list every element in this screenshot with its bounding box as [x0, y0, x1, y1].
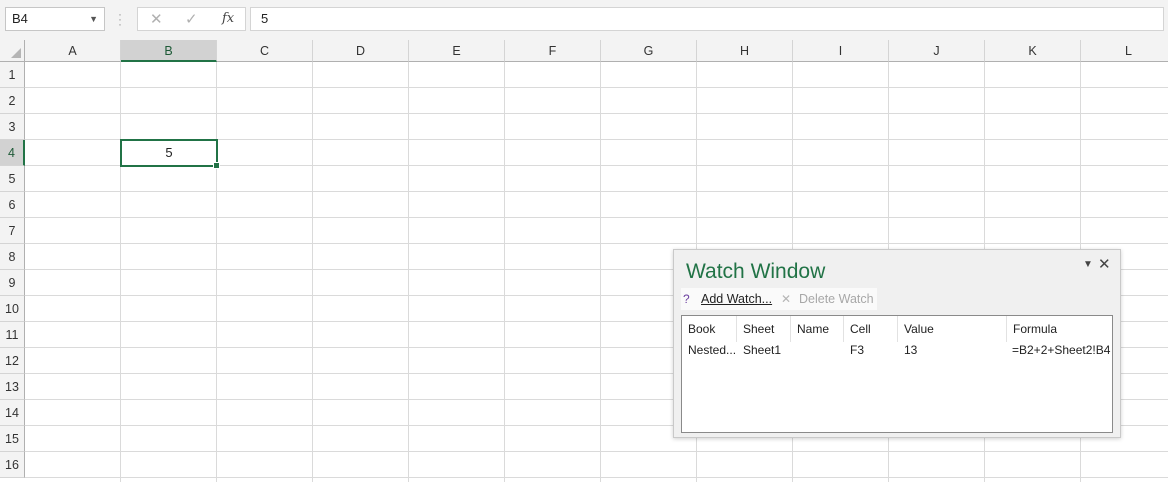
row-header-10[interactable]: 10	[0, 296, 25, 322]
chevron-down-icon[interactable]: ▼	[89, 8, 98, 30]
gridline-horizontal	[25, 191, 1168, 192]
row-header-7[interactable]: 7	[0, 218, 25, 244]
gridline-vertical	[216, 62, 217, 482]
gridline-vertical	[504, 62, 505, 482]
row-header-2[interactable]: 2	[0, 88, 25, 114]
formula-input[interactable]: 5	[250, 7, 1164, 31]
add-watch-button[interactable]: ? Add Watch...	[683, 288, 772, 310]
column-header-a[interactable]: A	[25, 40, 121, 62]
column-header-k[interactable]: K	[985, 40, 1081, 62]
watch-cell-book[interactable]: Nested...	[682, 340, 737, 360]
watch-list[interactable]: Book Sheet Name Cell Value Formula Neste…	[681, 315, 1113, 433]
row-header-11[interactable]: 11	[0, 322, 25, 348]
column-header-f[interactable]: F	[505, 40, 601, 62]
gridline-horizontal	[25, 87, 1168, 88]
column-header-c[interactable]: C	[217, 40, 313, 62]
header-cell[interactable]: Cell	[844, 316, 898, 342]
row-header-15[interactable]: 15	[0, 426, 25, 452]
column-header-b[interactable]: B	[121, 40, 217, 62]
gridline-horizontal	[25, 477, 1168, 478]
column-header-l[interactable]: L	[1081, 40, 1168, 62]
column-header-i[interactable]: I	[793, 40, 889, 62]
formula-bar: B4 ▼ · · · ✕ ✓ fx 5	[0, 0, 1168, 40]
gridline-vertical	[600, 62, 601, 482]
watch-cell-value[interactable]: 13	[898, 340, 1007, 360]
add-watch-label: Add Watch...	[701, 292, 773, 306]
gridline-horizontal	[25, 243, 1168, 244]
chevron-down-icon[interactable]: ▼	[1083, 259, 1093, 270]
column-header-e[interactable]: E	[409, 40, 505, 62]
cancel-x-icon[interactable]: ✕	[150, 10, 163, 28]
row-header-3[interactable]: 3	[0, 114, 25, 140]
drag-handle-icon[interactable]: · · ·	[118, 8, 122, 30]
row-header-8[interactable]: 8	[0, 244, 25, 270]
watch-cell-ref[interactable]: F3	[844, 340, 898, 360]
watch-window: Watch Window ▼ ✕ ? Add Watch... ✕ Delete W…	[673, 249, 1121, 438]
active-cell-b4[interactable]: 5	[120, 139, 220, 169]
name-box[interactable]: B4 ▼	[5, 7, 105, 31]
delete-watch-label: Delete Watch	[799, 292, 874, 306]
gridline-vertical	[408, 62, 409, 482]
enter-check-icon[interactable]: ✓	[185, 10, 198, 28]
gridline-horizontal	[25, 217, 1168, 218]
name-box-value: B4	[12, 11, 28, 26]
row-header-9[interactable]: 9	[0, 270, 25, 296]
header-formula[interactable]: Formula	[1007, 316, 1112, 342]
watch-cell-name[interactable]	[791, 340, 844, 360]
row-header-4[interactable]: 4	[0, 140, 25, 166]
delete-watch-button[interactable]: ✕ Delete Watch	[781, 288, 874, 310]
watch-window-title: Watch Window	[686, 260, 826, 283]
column-header-d[interactable]: D	[313, 40, 409, 62]
header-name[interactable]: Name	[791, 316, 844, 342]
row-header-12[interactable]: 12	[0, 348, 25, 374]
gridline-vertical	[312, 62, 313, 482]
header-sheet[interactable]: Sheet	[737, 316, 791, 342]
header-value[interactable]: Value	[898, 316, 1007, 342]
column-header-g[interactable]: G	[601, 40, 697, 62]
row-header-13[interactable]: 13	[0, 374, 25, 400]
watch-cell-sheet[interactable]: Sheet1	[737, 340, 791, 360]
row-header-5[interactable]: 5	[0, 166, 25, 192]
header-book[interactable]: Book	[682, 316, 737, 342]
watch-cell-formula[interactable]: =B2+2+Sheet2!B4	[1007, 340, 1112, 360]
gridline-horizontal	[25, 451, 1168, 452]
gridline-vertical	[120, 62, 121, 482]
add-watch-icon: ?	[683, 292, 690, 306]
delete-watch-icon: ✕	[781, 292, 792, 306]
column-header-h[interactable]: H	[697, 40, 793, 62]
watch-toolbar: ? Add Watch... ✕ Delete Watch	[681, 288, 877, 310]
select-all-corner[interactable]	[0, 40, 25, 62]
close-icon[interactable]: ✕	[1098, 255, 1111, 273]
insert-function-icon[interactable]: fx	[222, 11, 234, 26]
gridline-horizontal	[25, 113, 1168, 114]
column-header-j[interactable]: J	[889, 40, 985, 62]
row-header-1[interactable]: 1	[0, 62, 25, 88]
row-header-6[interactable]: 6	[0, 192, 25, 218]
formula-buttons: ✕ ✓ fx	[137, 7, 246, 31]
row-header-14[interactable]: 14	[0, 400, 25, 426]
row-header-16[interactable]: 16	[0, 452, 25, 478]
